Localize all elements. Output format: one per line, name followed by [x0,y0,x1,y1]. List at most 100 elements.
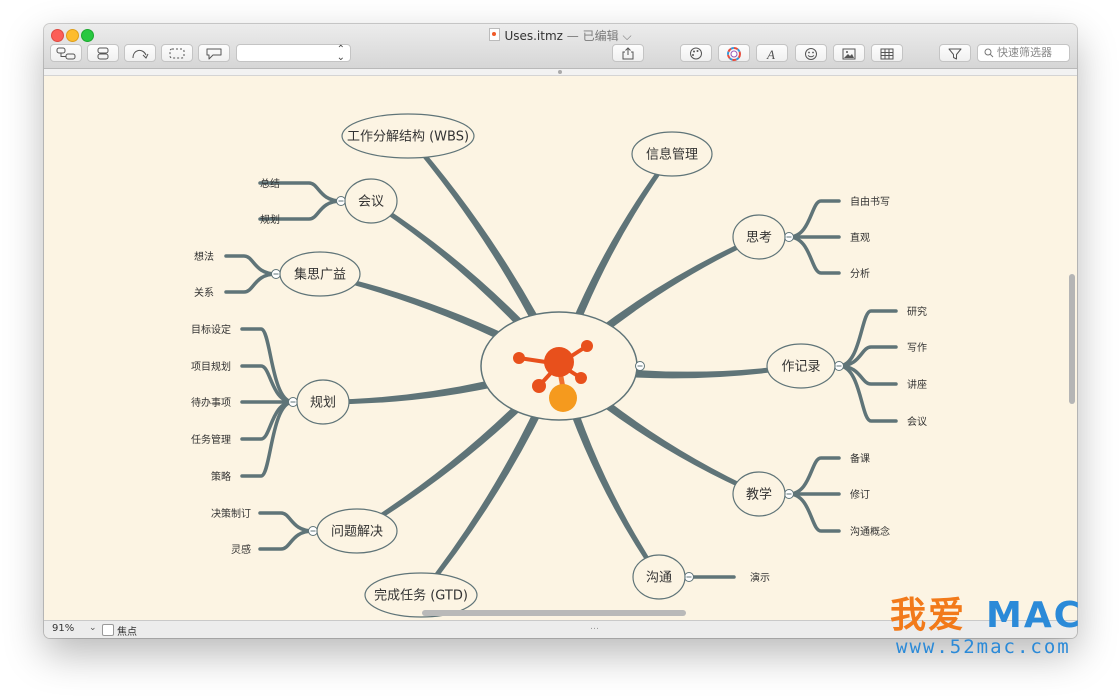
subtopic-label[interactable]: 规划 [260,213,280,226]
collapse-toggle-icon[interactable] [308,526,318,536]
title-menu-chevron-icon[interactable]: ⌵ [622,29,631,43]
topic-node-teach[interactable]: 教学 [732,471,786,517]
add-relationship-button[interactable] [124,44,156,62]
subtopic-label[interactable]: 灵感 [231,543,251,556]
subtopic-label[interactable]: 策略 [211,470,231,483]
subtopic-label[interactable]: 总结 [260,177,280,190]
topic-label: 信息管理 [646,147,698,163]
palette-icon [690,47,702,60]
horizontal-scroll-thumb[interactable] [422,610,686,616]
subtopic-connector [787,492,841,533]
subtopic-label[interactable]: 任务管理 [191,433,231,446]
subtopic-label[interactable]: 讲座 [907,378,927,391]
subtopic-label[interactable]: 想法 [194,250,214,263]
svg-text:A: A [766,47,775,61]
subtopic-label[interactable]: 修订 [850,488,870,501]
mindmap-svg[interactable]: 工作分解结构 (WBS)信息管理总结规划会议 自由书写直观分析思考想法关系集思广益… [44,76,1077,620]
subtopic-label[interactable]: 研究 [907,305,927,318]
subtopic-label[interactable]: 分析 [850,267,870,280]
watermark-mac: MAC [986,595,1083,636]
subtopic-label[interactable]: 直观 [850,231,870,244]
relationship-icon [132,50,149,59]
subtopic-connector [224,254,278,276]
share-button[interactable] [612,44,644,62]
edited-status: — 已编辑 [566,29,619,43]
ruler-marker [558,70,562,74]
funnel-icon [948,48,962,60]
subtopic-label[interactable]: 写作 [907,342,927,354]
image-button[interactable] [833,44,865,62]
collapse-toggle-icon[interactable] [271,269,281,279]
subtopic-label[interactable]: 待办事项 [191,396,231,409]
topic-label: 教学 [746,487,772,503]
quick-filter-search[interactable]: 快速筛选器 [977,44,1070,62]
style-panel-button[interactable] [680,44,712,62]
smiley-icon [805,48,817,60]
focus-checkbox[interactable] [102,624,114,636]
focus-label: 焦点 [117,627,137,638]
collapse-toggle-icon[interactable] [336,196,346,206]
callout-icon [206,48,222,60]
topic-label: 会议 [358,195,384,210]
central-topic[interactable] [480,311,645,421]
subtopic-icon [56,47,76,60]
zoom-chevron-icon[interactable]: ⌄ [89,623,97,633]
topic-node-problem[interactable]: 问题解决 [316,508,398,554]
topic-node-brainstorm[interactable]: 集思广益 [279,251,361,297]
watermark-cn: 我爱 [890,595,967,636]
resize-grip[interactable]: … [590,622,600,632]
add-callout-button[interactable] [198,44,230,62]
collapse-toggle-icon[interactable] [834,361,844,371]
add-boundary-button[interactable] [161,44,193,62]
subtopic-label[interactable]: 决策制订 [211,507,251,520]
subtopic-label[interactable]: 关系 [194,286,214,299]
style-select[interactable]: ⌃ ⌄ [236,44,351,63]
subtopic-connector [837,309,898,368]
search-placeholder: 快速筛选器 [997,46,1052,59]
select-updown-icon: ⌃ ⌄ [336,44,345,63]
subtopic-connector [258,529,315,551]
topic-node-notes[interactable]: 作记录 [766,343,836,389]
subtopic-label[interactable]: 自由书写 [850,195,890,208]
watermark-url: www.52mac.com [896,636,1071,658]
color-wheel-icon [727,47,741,61]
topic-node-comm[interactable]: 沟通 [632,554,686,600]
subtopic-label[interactable]: 目标设定 [191,323,231,336]
titlebar: Uses.itmz — 已编辑 ⌵ ⌃ ⌄ A 快速筛选器 [44,24,1077,69]
topic-label: 作记录 [781,360,820,375]
table-button[interactable] [871,44,903,62]
subtopic-connector [787,456,841,496]
icons-button[interactable] [795,44,827,62]
topic-node-think[interactable]: 思考 [732,214,786,260]
subtopic-label[interactable]: 演示 [750,571,770,584]
subtopic-connector [837,364,898,423]
topic-node-meeting[interactable]: 会议 [344,178,398,224]
add-sibling-button[interactable] [87,44,119,62]
topic-node-info[interactable]: 信息管理 [631,131,713,177]
subtopic-label[interactable]: 会议 [907,415,927,428]
mindmap-canvas[interactable]: 工作分解结构 (WBS) 信息管理 总结 规划 会议 自由书写 直观 分析 思考 想法 关系 集思广益… [44,76,1077,620]
add-subtopic-button[interactable] [50,44,82,62]
filter-button[interactable] [939,44,971,62]
window-title: Uses.itmz — 已编辑 ⌵ [44,27,1077,44]
document-icon [489,28,501,41]
central-collapse-toggle-icon[interactable] [635,361,645,371]
topic-label: 规划 [310,396,336,411]
vertical-scroll-thumb[interactable] [1069,274,1075,404]
topic-node-plan[interactable]: 规划 [296,379,350,425]
collapse-toggle-icon[interactable] [288,397,298,407]
color-button[interactable] [718,44,750,62]
subtopic-label[interactable]: 备课 [850,452,870,465]
font-button[interactable]: A [756,44,788,62]
collapse-toggle-icon[interactable] [784,232,794,242]
collapse-toggle-icon[interactable] [784,489,794,499]
subtopic-label[interactable]: 项目规划 [191,360,231,373]
zoom-level[interactable]: 91% [52,623,74,634]
topic-label: 问题解决 [331,525,383,540]
image-icon [842,48,856,60]
app-window: Uses.itmz — 已编辑 ⌵ ⌃ ⌄ A 快速筛选器 工作分解结构 (WB… [44,24,1077,638]
topic-label: 完成任务 (GTD) [374,588,468,604]
collapse-toggle-icon[interactable] [684,572,694,582]
topic-node-wbs[interactable]: 工作分解结构 (WBS) [341,113,475,159]
subtopic-label[interactable]: 沟通概念 [850,525,890,538]
